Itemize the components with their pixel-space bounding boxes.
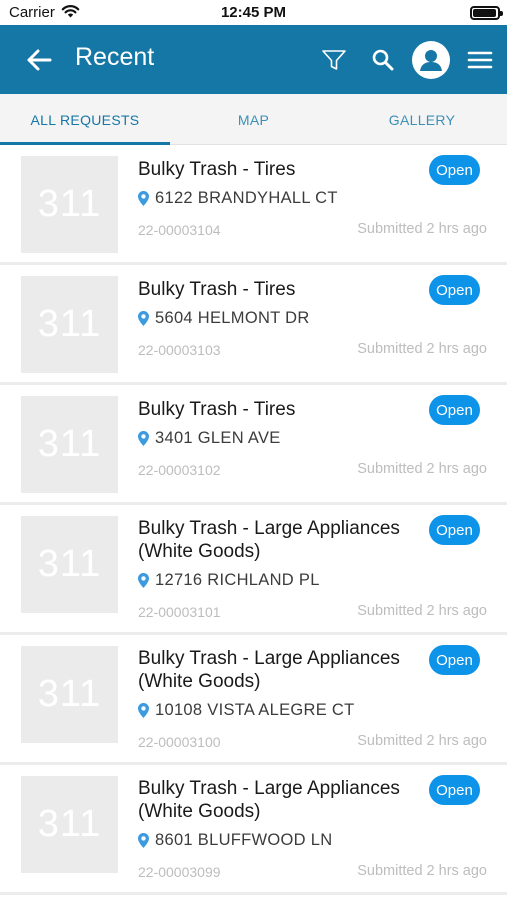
tab-gallery[interactable]: GALLERY [337,94,507,145]
request-address: 6122 BRANDYHALL CT [155,188,338,207]
location-pin-icon [138,310,149,326]
request-title: Bulky Trash - Tires [138,159,296,180]
request-card[interactable]: 311 Bulky Trash - Large Appliances (Whit… [0,635,507,765]
request-title: Bulky Trash - Large Appliances (White Go… [138,648,400,692]
submitted-time: Submitted 2 hrs ago [357,603,487,619]
user-icon [420,50,442,71]
request-title: Bulky Trash - Large Appliances (White Go… [138,778,400,822]
submitted-time: Submitted 2 hrs ago [357,461,487,477]
address-row: 6122 BRANDYHALL CT [138,187,338,209]
battery-icon [470,6,503,20]
location-pin-icon [138,430,149,446]
request-address: 12716 RICHLAND PL [155,570,320,589]
filter-icon[interactable] [319,47,349,73]
location-pin-icon [138,702,149,718]
tab-map[interactable]: MAP [170,94,337,145]
request-card[interactable]: 311 Bulky Trash - Tires Open 3401 GLEN A… [0,385,507,505]
request-address: 8601 BLUFFWOOD LN [155,830,333,849]
request-id: 22-00003102 [138,462,221,478]
address-row: 3401 GLEN AVE [138,427,281,449]
address-row: 8601 BLUFFWOOD LN [138,829,332,851]
request-id: 22-00003099 [138,864,221,880]
avatar[interactable] [412,41,450,79]
status-badge[interactable]: Open [429,515,480,545]
request-thumbnail: 311 [21,156,118,253]
address-row: 10108 VISTA ALEGRE CT [138,699,355,721]
hamburger-menu-icon[interactable] [467,49,493,71]
address-row: 12716 RICHLAND PL [138,569,320,591]
tab-all-requests[interactable]: ALL REQUESTS [0,94,170,145]
thumbnail-label: 311 [37,183,102,225]
request-card[interactable]: 311 Bulky Trash - Tires Open 5604 HELMON… [0,265,507,385]
status-badge[interactable]: Open [429,155,480,185]
back-arrow-icon[interactable] [24,46,54,74]
tab-bar: ALL REQUESTS MAP GALLERY [0,94,507,145]
request-id: 22-00003100 [138,734,221,750]
status-badge[interactable]: Open [429,275,480,305]
request-thumbnail: 311 [21,396,118,493]
status-badge[interactable]: Open [429,775,480,805]
status-badge[interactable]: Open [429,395,480,425]
status-badge[interactable]: Open [429,645,480,675]
location-pin-icon [138,190,149,206]
request-thumbnail: 311 [21,516,118,613]
page-title: Recent [75,43,155,71]
submitted-time: Submitted 2 hrs ago [357,341,487,357]
submitted-time: Submitted 2 hrs ago [357,863,487,879]
request-title: Bulky Trash - Tires [138,279,296,300]
request-address: 10108 VISTA ALEGRE CT [155,700,355,719]
submitted-time: Submitted 2 hrs ago [357,733,487,749]
request-title: Bulky Trash - Tires [138,399,296,420]
request-thumbnail: 311 [21,776,118,873]
thumbnail-label: 311 [37,423,102,465]
request-card[interactable]: 311 Bulky Trash - Tires Open 6122 BRANDY… [0,145,507,265]
request-list[interactable]: 311 Bulky Trash - Tires Open 6122 BRANDY… [0,145,507,900]
request-id: 22-00003103 [138,342,221,358]
location-pin-icon [138,832,149,848]
request-id: 22-00003104 [138,222,221,238]
thumbnail-label: 311 [37,673,102,715]
request-thumbnail: 311 [21,276,118,373]
search-icon[interactable] [370,47,396,73]
request-title: Bulky Trash - Large Appliances (White Go… [138,518,400,562]
submitted-time: Submitted 2 hrs ago [357,221,487,237]
location-pin-icon [138,572,149,588]
request-card[interactable]: 311 Bulky Trash - Large Appliances (Whit… [0,505,507,635]
request-id: 22-00003101 [138,604,221,620]
app-bar: Recent [0,25,507,94]
address-row: 5604 HELMONT DR [138,307,310,329]
thumbnail-label: 311 [37,803,102,845]
request-card[interactable]: 311 Bulky Trash - Large Appliances (Whit… [0,765,507,895]
request-thumbnail: 311 [21,646,118,743]
status-bar: Carrier 12:45 PM [0,0,507,25]
thumbnail-label: 311 [37,543,102,585]
thumbnail-label: 311 [37,303,102,345]
request-address: 5604 HELMONT DR [155,308,310,327]
request-address: 3401 GLEN AVE [155,428,281,447]
clock: 12:45 PM [220,4,287,21]
